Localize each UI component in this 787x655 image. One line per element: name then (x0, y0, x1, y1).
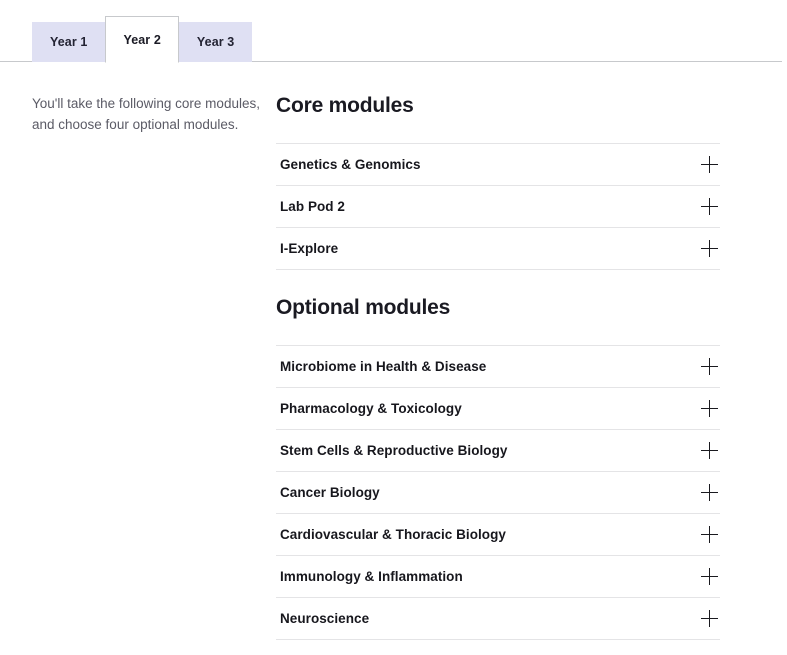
tab-year-3[interactable]: Year 3 (178, 22, 253, 62)
plus-icon[interactable] (701, 156, 718, 173)
accordion-item-stem-cells-reproductive-biology[interactable]: Stem Cells & Reproductive Biology (276, 430, 720, 472)
accordion-item-label: Immunology & Inflammation (280, 569, 463, 584)
optional-modules-accordion: Microbiome in Health & Disease Pharmacol… (276, 345, 720, 640)
accordion-item-label: Lab Pod 2 (280, 199, 345, 214)
plus-icon[interactable] (701, 400, 718, 417)
accordion-item-neuroscience[interactable]: Neuroscience (276, 598, 720, 640)
tab-year-2[interactable]: Year 2 (105, 16, 179, 63)
course-year-tabs-page: Year 1 Year 2 Year 3 You'll take the fol… (0, 0, 787, 655)
modules-column: Core modules Genetics & Genomics Lab Pod… (276, 94, 787, 654)
tab-year-1-label: Year 1 (50, 35, 88, 49)
tab-year-1[interactable]: Year 1 (32, 22, 106, 62)
accordion-item-genetics-genomics[interactable]: Genetics & Genomics (276, 144, 720, 186)
accordion-item-pharmacology-toxicology[interactable]: Pharmacology & Toxicology (276, 388, 720, 430)
plus-icon[interactable] (701, 442, 718, 459)
accordion-item-immunology-inflammation[interactable]: Immunology & Inflammation (276, 556, 720, 598)
plus-icon[interactable] (701, 526, 718, 543)
core-modules-section: Core modules Genetics & Genomics Lab Pod… (276, 94, 720, 270)
optional-modules-section: Optional modules Microbiome in Health & … (276, 296, 720, 640)
accordion-item-cardiovascular-thoracic-biology[interactable]: Cardiovascular & Thoracic Biology (276, 514, 720, 556)
accordion-item-i-explore[interactable]: I-Explore (276, 228, 720, 270)
plus-icon[interactable] (701, 358, 718, 375)
accordion-item-label: Cardiovascular & Thoracic Biology (280, 527, 506, 542)
year-tab-bar: Year 1 Year 2 Year 3 (0, 0, 787, 63)
accordion-item-lab-pod-2[interactable]: Lab Pod 2 (276, 186, 720, 228)
core-modules-accordion: Genetics & Genomics Lab Pod 2 I-Explore (276, 143, 720, 270)
plus-icon[interactable] (701, 610, 718, 627)
accordion-item-cancer-biology[interactable]: Cancer Biology (276, 472, 720, 514)
accordion-item-label: Genetics & Genomics (280, 157, 421, 172)
intro-text: You'll take the following core modules, … (32, 96, 260, 132)
accordion-item-label: Stem Cells & Reproductive Biology (280, 443, 508, 458)
optional-modules-heading: Optional modules (276, 296, 451, 319)
accordion-item-microbiome-in-health-disease[interactable]: Microbiome in Health & Disease (276, 346, 720, 388)
intro-column: You'll take the following core modules, … (0, 94, 276, 654)
accordion-item-label: Microbiome in Health & Disease (280, 359, 487, 374)
accordion-item-label: Neuroscience (280, 611, 370, 626)
tab-year-2-label: Year 2 (123, 32, 161, 47)
core-modules-heading: Core modules (276, 94, 414, 117)
accordion-item-label: Cancer Biology (280, 485, 380, 500)
accordion-item-label: Pharmacology & Toxicology (280, 401, 462, 416)
tab-panel-year-2: You'll take the following core modules, … (0, 62, 787, 654)
plus-icon[interactable] (701, 568, 718, 585)
plus-icon[interactable] (701, 484, 718, 501)
plus-icon[interactable] (701, 198, 718, 215)
plus-icon[interactable] (701, 240, 718, 257)
accordion-item-label: I-Explore (280, 241, 339, 256)
tab-year-3-label: Year 3 (196, 35, 235, 49)
